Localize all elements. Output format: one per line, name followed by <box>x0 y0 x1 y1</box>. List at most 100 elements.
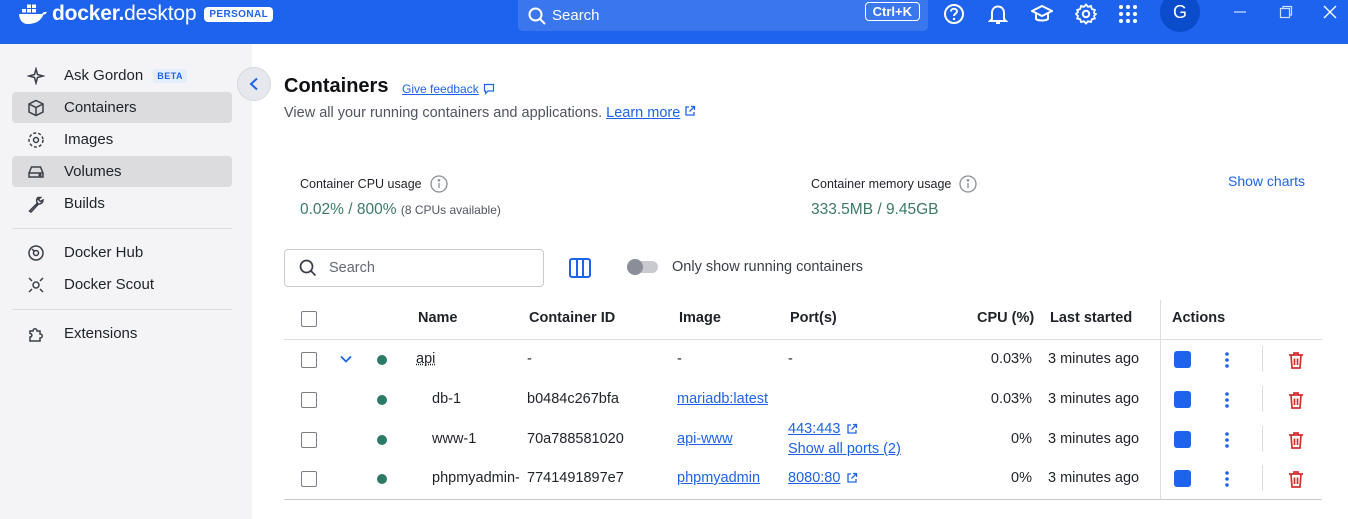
row-checkbox[interactable] <box>301 392 317 408</box>
table-bottom-border <box>284 499 1322 500</box>
container-port-link[interactable]: 443:443 <box>788 421 840 437</box>
drive-icon <box>26 162 46 182</box>
sidebar-item-containers[interactable]: Containers <box>12 92 232 123</box>
show-charts-button[interactable]: Show charts <box>1228 173 1305 189</box>
port-link-group: 443:443 <box>788 421 858 437</box>
container-name[interactable]: db-1 <box>432 391 461 407</box>
container-image: - <box>677 351 682 367</box>
sidebar-item-builds[interactable]: Builds <box>12 188 232 219</box>
container-last-started: 3 minutes ago <box>1048 391 1140 407</box>
container-image-link[interactable]: api-www <box>677 431 733 447</box>
container-port-link[interactable]: 8080:80 <box>788 470 840 486</box>
minimize-icon[interactable] <box>1232 4 1248 20</box>
container-cpu: 0% <box>1011 470 1032 486</box>
column-header-name[interactable]: Name <box>418 310 458 326</box>
cpu-usage-label: Container CPU usage <box>300 175 448 193</box>
close-icon[interactable] <box>1322 4 1338 20</box>
trash-icon[interactable] <box>1286 469 1306 489</box>
search-shortcut: Ctrl+K <box>864 2 920 21</box>
gear-icon[interactable] <box>1074 2 1098 26</box>
column-header-image[interactable]: Image <box>679 310 721 326</box>
stop-button[interactable] <box>1174 431 1191 448</box>
container-last-started: 3 minutes ago <box>1048 351 1140 367</box>
page-title: Containers <box>284 75 389 97</box>
show-all-ports-link[interactable]: Show all ports (2) <box>788 441 901 457</box>
sidebar-item-extensions[interactable]: Extensions <box>12 318 232 349</box>
row-checkbox[interactable] <box>301 471 317 487</box>
sidebar-item-images[interactable]: Images <box>12 124 232 155</box>
give-feedback-link[interactable]: Give feedback <box>402 82 495 96</box>
external-link-icon <box>847 423 858 434</box>
sidebar-item-ask-gordon[interactable]: Ask Gordon BETA <box>12 60 232 91</box>
avatar[interactable]: G <box>1160 0 1200 32</box>
container-cpu: 0.03% <box>990 351 1032 367</box>
collapse-sidebar-button[interactable] <box>237 67 271 101</box>
learning-icon[interactable] <box>1030 2 1054 26</box>
container-id: - <box>527 351 532 367</box>
apps-grid-icon[interactable] <box>1116 2 1140 26</box>
help-icon[interactable] <box>942 2 966 26</box>
container-name[interactable]: phpmyadmin- <box>432 470 520 486</box>
container-image-link[interactable]: mariadb:latest <box>677 391 768 407</box>
action-separator <box>1262 465 1263 491</box>
column-header-ports[interactable]: Port(s) <box>790 310 837 326</box>
more-options-icon[interactable] <box>1224 431 1230 449</box>
trash-icon[interactable] <box>1286 350 1306 370</box>
images-icon <box>26 130 46 150</box>
external-link-icon <box>847 472 858 483</box>
sidebar-divider <box>12 228 232 229</box>
search-label: Search <box>552 7 600 24</box>
bell-icon[interactable] <box>986 2 1010 26</box>
status-running-dot <box>377 435 387 445</box>
container-id: 70a788581020 <box>527 431 624 447</box>
actions-column-divider <box>1160 300 1161 500</box>
container-name[interactable]: www-1 <box>432 431 476 447</box>
chevron-down-icon[interactable] <box>339 354 353 364</box>
sidebar: Ask Gordon BETA Containers Images Volume… <box>0 44 252 519</box>
app-title: docker.desktop <box>52 2 197 25</box>
status-running-dot <box>377 355 387 365</box>
global-search[interactable]: Search Ctrl+K <box>518 0 928 31</box>
restore-icon[interactable] <box>1278 4 1294 20</box>
more-options-icon[interactable] <box>1224 391 1230 409</box>
column-header-container-id[interactable]: Container ID <box>529 310 615 326</box>
memory-usage-label: Container memory usage <box>811 175 978 193</box>
container-cpu: 0% <box>1011 431 1032 447</box>
stop-button[interactable] <box>1174 391 1191 408</box>
select-all-checkbox[interactable] <box>301 311 317 327</box>
container-search-input[interactable]: Search <box>284 249 544 287</box>
learn-more-link[interactable]: Learn more <box>606 105 680 121</box>
docker-logo[interactable]: docker.desktop PERSONAL <box>18 0 274 28</box>
scout-icon <box>26 275 46 295</box>
sidebar-item-docker-hub[interactable]: Docker Hub <box>12 237 232 268</box>
container-id: b0484c267bfa <box>527 391 619 407</box>
sparkle-icon <box>26 66 46 86</box>
columns-icon[interactable] <box>568 256 592 280</box>
whale-icon <box>19 4 47 24</box>
more-options-icon[interactable] <box>1224 351 1230 369</box>
action-separator <box>1262 426 1263 452</box>
container-cpu: 0.03% <box>990 391 1032 407</box>
container-image-link[interactable]: phpmyadmin <box>677 470 760 486</box>
trash-icon[interactable] <box>1286 430 1306 450</box>
container-port: - <box>788 351 793 367</box>
sidebar-item-docker-scout[interactable]: Docker Scout <box>12 269 232 300</box>
row-checkbox[interactable] <box>301 352 317 368</box>
more-options-icon[interactable] <box>1224 470 1230 488</box>
beta-badge: BETA <box>153 68 188 83</box>
running-only-label: Only show running containers <box>672 259 864 275</box>
stop-button[interactable] <box>1174 351 1191 368</box>
running-only-toggle[interactable] <box>627 259 658 275</box>
row-checkbox[interactable] <box>301 432 317 448</box>
info-icon[interactable] <box>429 175 448 193</box>
info-icon[interactable] <box>959 175 978 193</box>
trash-icon[interactable] <box>1286 390 1306 410</box>
action-separator <box>1262 346 1263 372</box>
column-header-last-started[interactable]: Last started <box>1050 310 1132 326</box>
hub-icon <box>26 243 46 263</box>
search-icon <box>299 259 317 277</box>
sidebar-item-volumes[interactable]: Volumes <box>12 156 232 187</box>
stop-button[interactable] <box>1174 470 1191 487</box>
column-header-cpu[interactable]: CPU (%) <box>977 310 1034 326</box>
container-name[interactable]: api <box>416 351 435 367</box>
